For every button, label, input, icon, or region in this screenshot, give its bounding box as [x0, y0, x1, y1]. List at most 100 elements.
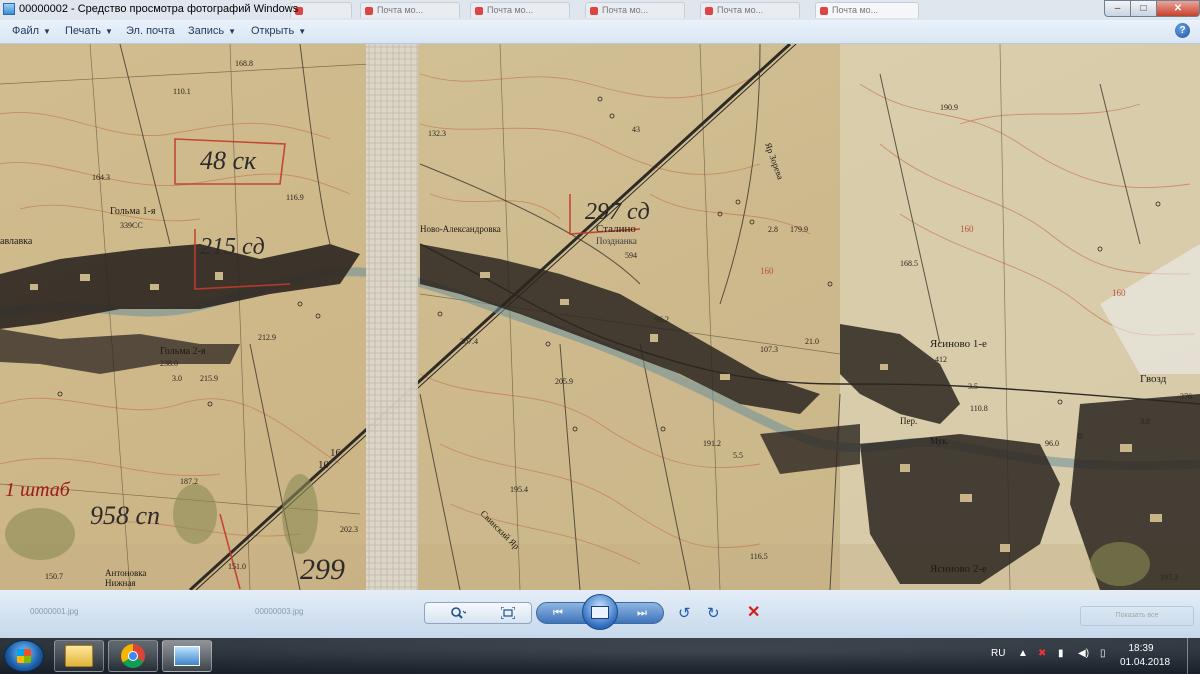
- volume-icon[interactable]: ◀): [1078, 648, 1089, 659]
- place-muk: Мук.: [930, 436, 949, 446]
- place-stalino: Сталино: [596, 223, 636, 235]
- chevron-down-icon: ▼: [105, 27, 113, 36]
- power-icon[interactable]: ▯: [1100, 648, 1106, 659]
- elevation-label: 376: [1180, 392, 1192, 401]
- show-all-button[interactable]: Показать все: [1080, 606, 1194, 626]
- place-gvozd: Гвозд: [1140, 373, 1167, 385]
- elevation-label: 3.5: [968, 382, 978, 391]
- elevation-label: 96.0: [1045, 439, 1059, 448]
- elevation-label: 215.9: [200, 374, 218, 383]
- place-novo: Ново-Александровка: [420, 224, 501, 234]
- zoom-group: [424, 602, 532, 624]
- clock-date: 01.04.2018: [1120, 657, 1171, 668]
- chrome-taskbar-button[interactable]: [108, 640, 158, 672]
- window-title: 00000002 - Средство просмотра фотографий…: [19, 3, 299, 15]
- elevation-label: 190.9: [940, 103, 958, 112]
- elevation-label: 107.3: [760, 345, 778, 354]
- photo-viewer-taskbar-button[interactable]: [162, 640, 212, 672]
- next-icon[interactable]: ⏭: [631, 605, 653, 621]
- place-golma2: Гольма 2-я: [160, 346, 206, 357]
- annotation-297sd: 297 сд: [585, 199, 650, 225]
- photo-viewer-icon: [3, 3, 15, 15]
- elevation-label: 116.9: [286, 193, 304, 202]
- menu-burn[interactable]: Запись ▼: [188, 25, 236, 37]
- rotate-counterclockwise-icon[interactable]: ↺: [678, 604, 691, 622]
- windows-logo-icon: [17, 649, 31, 663]
- elevation-label: 164.3: [92, 173, 110, 182]
- viewer-toolbar: 00000001.jpg 00000003.jpg ⏮ ⏭ ↺ ↻ ✕ Пока…: [0, 590, 1200, 638]
- maximize-button[interactable]: □: [1130, 0, 1156, 17]
- clock[interactable]: 18:39 01.04.2018: [1120, 642, 1171, 670]
- menu-file-label: Файл: [12, 25, 40, 37]
- close-button[interactable]: ✕: [1156, 0, 1200, 17]
- show-desktop-button[interactable]: [1187, 638, 1200, 674]
- elevation-label: 195.4: [510, 485, 528, 494]
- annotation-48sk: 48 ск: [200, 146, 257, 175]
- elevation-label: 16: [330, 447, 342, 459]
- explorer-taskbar-button[interactable]: [54, 640, 104, 672]
- menu-open-label: Открыть: [251, 25, 295, 37]
- elevation-label: 191.2: [703, 439, 721, 448]
- taskbar: RU ▲ ✖ ▮ ◀) ▯ 18:39 01.04.2018: [0, 638, 1200, 674]
- elevation-label: 412: [935, 355, 947, 364]
- elevation-label: 238.0: [160, 359, 178, 368]
- photo-view[interactable]: 48 ск 215 сд 297 сд 958 сп 1 штаб 299 Го…: [0, 44, 1200, 590]
- place-nizhnaya: Нижная: [105, 578, 136, 588]
- place-per: Пер.: [900, 416, 917, 426]
- menu-open[interactable]: Открыть ▼: [251, 25, 306, 37]
- start-button[interactable]: [4, 640, 44, 672]
- contour-label: 160: [960, 224, 974, 234]
- elevation-label: 168.8: [235, 59, 253, 68]
- fit-window-icon[interactable]: [497, 603, 519, 623]
- title-bar: 00000002 - Средство просмотра фотографий…: [0, 0, 1200, 20]
- elevation-label: 3.8: [1140, 417, 1150, 426]
- magnifier-icon[interactable]: [447, 603, 469, 623]
- elevation-label: 110.8: [970, 404, 988, 413]
- elevation-label: 179.9: [790, 225, 808, 234]
- menu-print[interactable]: Печать ▼: [65, 25, 113, 37]
- delete-icon[interactable]: ✕: [747, 602, 760, 622]
- chevron-down-icon: ▼: [298, 27, 307, 36]
- network-error-icon[interactable]: ✖: [1038, 648, 1046, 659]
- clock-time: 18:39: [1128, 643, 1154, 654]
- elevation-label: 207.4: [460, 337, 478, 346]
- elevation-label: 2.8: [768, 225, 778, 234]
- elevation-label: 150.7: [45, 572, 63, 581]
- menu-bar: Файл ▼ Печать ▼ Эл. почта Запись ▼ Открыть ▼…: [0, 20, 1200, 44]
- minimize-button[interactable]: –: [1104, 0, 1130, 17]
- elevation-label: 212.9: [258, 333, 276, 342]
- elevation-label: 197.3: [1160, 573, 1178, 582]
- elevation-label: 132.3: [428, 129, 446, 138]
- menu-print-label: Печать: [65, 25, 102, 37]
- elevation-label: 110.1: [173, 87, 191, 96]
- slideshow-icon[interactable]: [582, 594, 618, 630]
- elevation-label: 10: [318, 459, 330, 471]
- place-poznanka: Позднанка: [596, 236, 637, 246]
- previous-icon[interactable]: ⏮: [547, 605, 569, 621]
- menu-burn-label: Запись: [188, 25, 225, 37]
- menu-email[interactable]: Эл. почта: [126, 25, 175, 37]
- place-avlavka: авлавка: [0, 236, 33, 247]
- elevation-label: 168.5: [900, 259, 918, 268]
- chrome-icon: [121, 644, 145, 668]
- help-icon[interactable]: ?: [1175, 23, 1190, 38]
- elevation-label: 5.5: [733, 451, 743, 460]
- contour-label: 160: [760, 266, 774, 276]
- elevation-label: 43: [632, 125, 640, 134]
- elevation-label: 151.0: [228, 562, 246, 571]
- photo-viewer-icon: [174, 646, 200, 666]
- ghost-filename: 00000001.jpg: [30, 607, 79, 616]
- place-yasinovo2: Ясиново 2-е: [930, 563, 987, 575]
- language-indicator[interactable]: RU: [991, 648, 1005, 659]
- ghost-filename: 00000003.jpg: [255, 607, 304, 616]
- place-yasinovo1: Ясиново 1-е: [930, 338, 987, 350]
- show-hidden-icons-icon[interactable]: ▲: [1018, 648, 1028, 659]
- elevation-label: 21.0: [805, 337, 819, 346]
- rotate-clockwise-icon[interactable]: ↻: [707, 604, 720, 622]
- window-controls: – □ ✕: [1104, 0, 1200, 18]
- menu-file[interactable]: Файл ▼: [12, 25, 51, 37]
- map-image: 48 ск 215 сд 297 сд 958 сп 1 штаб 299 Го…: [0, 44, 1200, 590]
- annotation-215sd: 215 сд: [200, 234, 265, 260]
- signal-icon[interactable]: ▮: [1058, 648, 1064, 659]
- elevation-label: 594: [625, 251, 637, 260]
